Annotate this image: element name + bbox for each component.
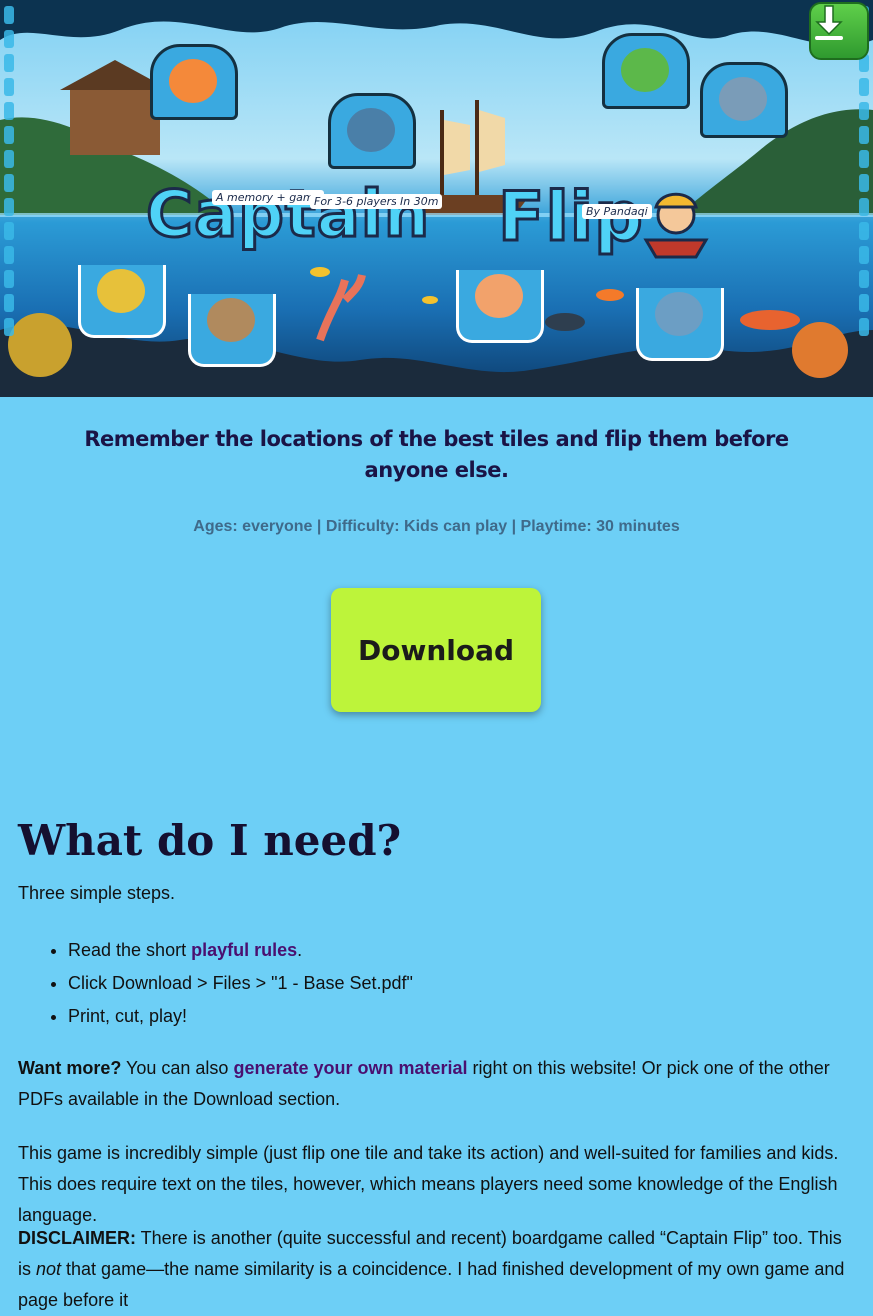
tile-turtle	[602, 33, 690, 109]
disclaimer-text-end: that game—the name similarity is a coinc…	[18, 1259, 845, 1310]
simple-game-paragraph: This game is incredibly simple (just fli…	[18, 1143, 839, 1225]
tile-pufferfish	[456, 270, 544, 343]
download-button[interactable]: Download	[331, 588, 541, 712]
pufferfish-icon	[475, 274, 523, 318]
generate-material-link[interactable]: generate your own material	[233, 1058, 467, 1078]
tagline-game: A memory + game	[212, 190, 325, 205]
tile-tuna	[636, 288, 724, 361]
want-more-paragraph: Want more? You can also generate your ow…	[18, 1053, 858, 1115]
step-text: Read the short	[68, 940, 192, 960]
tile-manta	[328, 93, 416, 169]
disclaimer-paragraph: DISCLAIMER: There is another (quite succ…	[18, 1223, 858, 1316]
tagline-time: In 30m	[396, 194, 443, 209]
step-item: Print, cut, play!	[68, 1000, 873, 1033]
tile-shark	[700, 62, 788, 138]
section-intro: Three simple steps.	[18, 883, 176, 903]
game-subtitle: Remember the locations of the best tiles…	[84, 427, 789, 482]
sloth-icon	[207, 298, 255, 342]
tile-clownfish	[150, 44, 238, 120]
turtle-icon	[621, 48, 669, 92]
tile-seahorse	[78, 265, 166, 338]
rules-link[interactable]: playful rules	[191, 940, 297, 960]
clownfish-icon	[169, 59, 217, 103]
hero-banner: Captain Flip A memory + game For 3-6 pla…	[0, 0, 873, 397]
step-punct: .	[297, 940, 303, 960]
disclaimer-label: DISCLAIMER:	[18, 1228, 136, 1248]
tile-sloth	[188, 294, 276, 367]
shark-icon	[719, 77, 767, 121]
section-heading: What do I need?	[18, 816, 402, 865]
seahorse-icon	[97, 269, 145, 313]
step-item: Read the short playful rules.	[68, 934, 873, 967]
tagline-players: For 3-6 players	[310, 194, 401, 209]
game-meta-info: Ages: everyone | Difficulty: Kids can pl…	[193, 518, 680, 535]
film-strip-left	[0, 0, 18, 397]
disclaimer-emphasis: not	[36, 1259, 62, 1279]
manta-ray-icon	[347, 108, 395, 152]
step-item: Click Download > Files > "1 - Base Set.p…	[68, 967, 873, 1000]
want-more-text: You can also	[121, 1058, 234, 1078]
steps-list: Read the short playful rules. Click Down…	[18, 934, 873, 1033]
want-more-label: Want more?	[18, 1058, 122, 1078]
download-arrow-icon	[815, 5, 843, 40]
download-corner-button[interactable]	[809, 2, 869, 60]
tuna-icon	[655, 292, 703, 336]
pirate-mascot-icon	[643, 192, 709, 259]
